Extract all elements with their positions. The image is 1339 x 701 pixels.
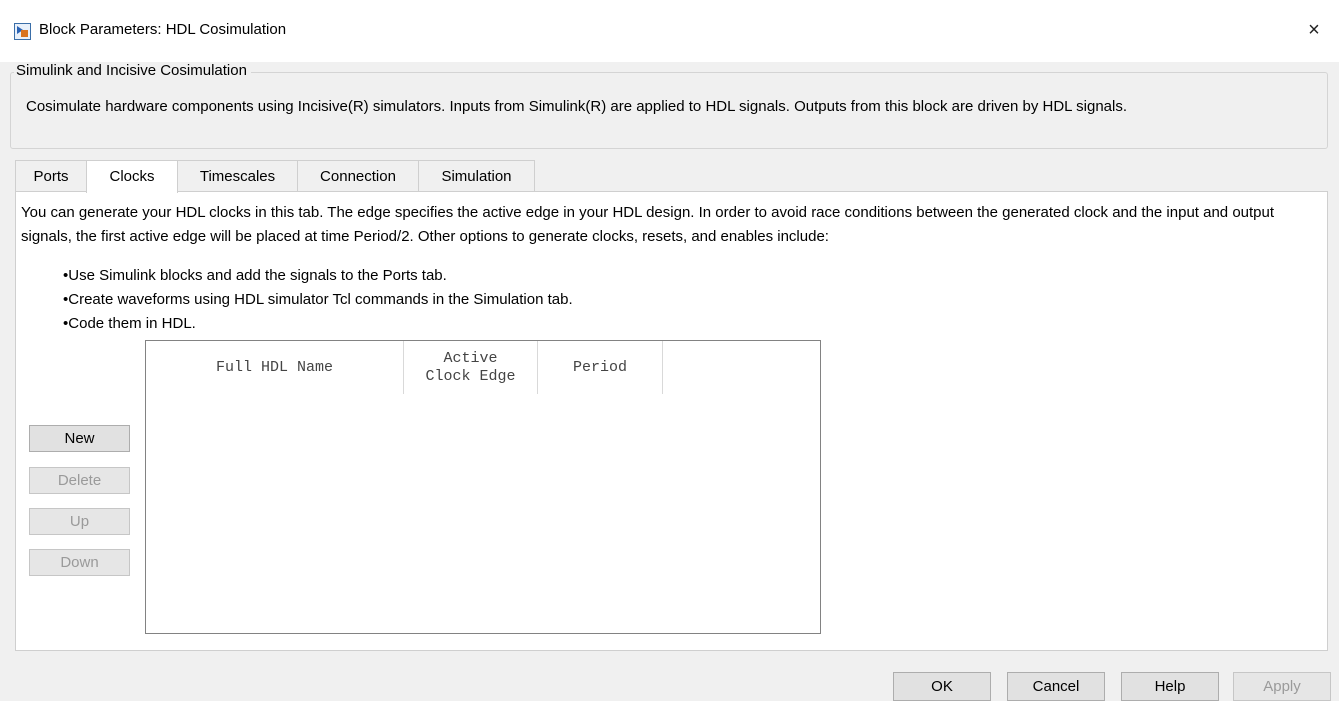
window-title: Block Parameters: HDL Cosimulation [39, 21, 287, 38]
close-button[interactable]: × [1299, 16, 1329, 44]
group-title: Simulink and Incisive Cosimulation [14, 62, 251, 79]
title-bar: Block Parameters: HDL Cosimulation × [0, 0, 1339, 62]
list-item: Code them in HDL. [63, 312, 573, 336]
tab-timescales[interactable]: Timescales [177, 160, 298, 191]
apply-button[interactable]: Apply [1233, 672, 1331, 701]
down-button[interactable]: Down [29, 549, 130, 576]
ok-button[interactable]: OK [893, 672, 991, 701]
simulink-block-icon [14, 23, 31, 40]
clocks-table[interactable]: Full HDL Name Active Clock Edge Period [145, 340, 821, 634]
new-button[interactable]: New [29, 425, 130, 452]
clocks-intro-text: You can generate your HDL clocks in this… [21, 204, 1275, 245]
tab-connection[interactable]: Connection [297, 160, 419, 191]
delete-button[interactable]: Delete [29, 467, 130, 494]
help-button[interactable]: Help [1121, 672, 1219, 701]
tab-clocks[interactable]: Clocks [86, 160, 178, 193]
column-header-active-clock-edge[interactable]: Active Clock Edge [404, 341, 538, 394]
up-button[interactable]: Up [29, 508, 130, 535]
clocks-panel: You can generate your HDL clocks in this… [15, 191, 1328, 651]
cancel-button[interactable]: Cancel [1007, 672, 1105, 701]
list-item: Use Simulink blocks and add the signals … [63, 264, 573, 288]
block-description: Cosimulate hardware components using Inc… [26, 98, 1127, 115]
tab-simulation[interactable]: Simulation [418, 160, 535, 191]
column-header-full-hdl-name[interactable]: Full HDL Name [146, 341, 404, 394]
list-item: Create waveforms using HDL simulator Tcl… [63, 288, 572, 312]
column-header-period[interactable]: Period [538, 341, 663, 394]
tab-ports[interactable]: Ports [15, 160, 87, 191]
options-list: Use Simulink blocks and add the signals … [63, 264, 573, 336]
